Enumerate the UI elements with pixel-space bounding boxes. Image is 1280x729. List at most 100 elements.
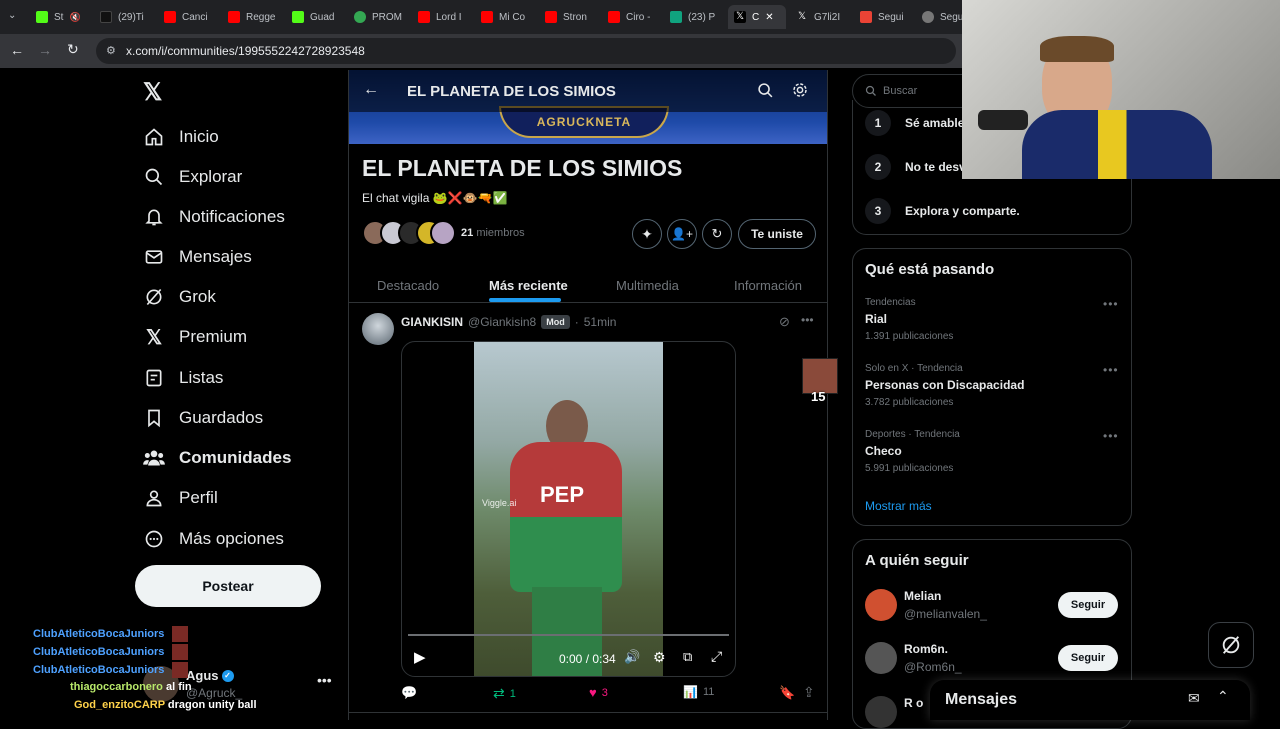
trend-item[interactable]: Deportes · Tendencia Checo 5.991 publica…: [865, 429, 1119, 479]
picture-in-picture-icon[interactable]: ⧉: [683, 649, 692, 665]
back-icon[interactable]: ←: [10, 42, 24, 58]
follow-button[interactable]: Seguir: [1058, 645, 1118, 671]
nav-explore[interactable]: Explorar: [143, 159, 242, 195]
browser-tab[interactable]: Ciro -: [608, 5, 664, 29]
post-handle[interactable]: @Giankisin8: [468, 315, 536, 329]
post-author[interactable]: GIANKISIN: [401, 315, 463, 329]
nav-premium[interactable]: 𝕏 Premium: [143, 319, 247, 355]
nav-grok[interactable]: Grok: [143, 279, 216, 315]
video-player[interactable]: PEP Viggle.ai ▶ 0:00 / 0:34 🔊 ⚙ ⧉ ⤢: [401, 341, 736, 677]
bookmark-icon[interactable]: 🔖: [779, 685, 795, 701]
repost-icon: ⇄: [493, 685, 505, 701]
tab-latest[interactable]: Más reciente: [489, 268, 568, 302]
member-avatars[interactable]: [362, 220, 457, 246]
nav-more[interactable]: Más opciones: [143, 521, 284, 557]
member-count[interactable]: 21 miembros: [461, 227, 525, 239]
settings-gear-icon[interactable]: ⚙: [653, 649, 666, 666]
follow-suggestion[interactable]: Melian @melianvalen_: [865, 587, 1065, 623]
member-count-label: miembros: [476, 227, 525, 239]
extension-icon: [354, 11, 366, 23]
forward-icon[interactable]: →: [38, 42, 52, 58]
watermark: Viggle.ai: [482, 498, 517, 508]
stream-chat-line: ClubAtleticoBocaJuniors: [33, 644, 189, 660]
volume-icon[interactable]: 🔊: [624, 649, 640, 665]
nav-lists[interactable]: Listas: [143, 360, 223, 396]
browser-tab[interactable]: Segui: [860, 5, 916, 29]
fullscreen-icon[interactable]: ⤢: [711, 648, 722, 665]
tab-media[interactable]: Multimedia: [616, 268, 679, 302]
nav-label: Notificaciones: [179, 207, 285, 226]
browser-tab[interactable]: Stron: [545, 5, 601, 29]
x-logo-icon[interactable]: 𝕏: [143, 78, 162, 107]
post-button[interactable]: Postear: [135, 565, 321, 607]
heart-icon: ♥: [589, 685, 597, 700]
trend-name: Rial: [865, 312, 888, 326]
mod-badge: Mod: [541, 315, 570, 329]
share-button[interactable]: ↻: [702, 219, 732, 249]
follow-suggestion[interactable]: Rom6n. @Rom6n_: [865, 640, 1065, 676]
repost-button[interactable]: ⇄ 1: [493, 685, 516, 702]
more-icon[interactable]: •••: [801, 313, 814, 327]
search-icon[interactable]: [757, 82, 774, 99]
follow-button[interactable]: Seguir: [1058, 592, 1118, 618]
search-placeholder: Buscar: [883, 85, 918, 97]
browser-tab[interactable]: Lord I: [418, 5, 474, 29]
youtube-icon: [164, 11, 176, 23]
trend-item[interactable]: Tendencias Rial 1.391 publicaciones •••: [865, 297, 1119, 347]
browser-tab[interactable]: Segu: [922, 5, 962, 29]
new-message-icon[interactable]: ✉: [1188, 690, 1200, 707]
nav-communities[interactable]: Comunidades: [143, 440, 291, 476]
browser-tab[interactable]: Guad: [292, 5, 348, 29]
reload-icon[interactable]: ↻: [67, 41, 79, 58]
grok-sparkle-button[interactable]: ✦: [632, 219, 662, 249]
nav-profile[interactable]: Perfil: [143, 480, 218, 516]
browser-tab[interactable]: 𝕏 G7li2I: [796, 5, 852, 29]
more-icon[interactable]: •••: [317, 672, 332, 688]
nav-notifications[interactable]: Notificaciones: [143, 199, 285, 235]
nav-messages[interactable]: Mensajes: [143, 239, 252, 275]
browser-tab-active[interactable]: 𝕏 C ✕: [728, 5, 786, 29]
more-icon[interactable]: •••: [1103, 429, 1119, 443]
rule-item[interactable]: 1 Sé amable: [865, 110, 964, 136]
who-to-follow-title: A quién seguir: [865, 552, 969, 569]
chat-badge-icon: [172, 626, 189, 642]
grok-icon[interactable]: ⊘: [779, 314, 790, 330]
trend-item[interactable]: Solo en X · Tendencia Personas con Disca…: [865, 363, 1119, 413]
nav-home[interactable]: Inicio: [143, 119, 219, 155]
post-time[interactable]: 51min: [584, 315, 617, 329]
browser-tab[interactable]: (23) P: [670, 5, 726, 29]
show-more-link[interactable]: Mostrar más: [865, 499, 932, 513]
browser-tab[interactable]: Regge: [228, 5, 284, 29]
more-icon[interactable]: •••: [1103, 297, 1119, 311]
browser-tab[interactable]: St 🔇: [36, 5, 94, 29]
views-button[interactable]: 📊 11: [683, 685, 714, 699]
reply-icon[interactable]: 💬: [401, 685, 417, 701]
browser-tab[interactable]: Mi Co: [481, 5, 537, 29]
video-progress-bar[interactable]: [408, 634, 729, 636]
back-arrow-icon[interactable]: ←: [363, 81, 379, 99]
more-icon[interactable]: •••: [1103, 363, 1119, 377]
joined-button[interactable]: Te uniste: [738, 219, 816, 249]
tab-search-chevron-icon[interactable]: ⌄: [8, 10, 22, 24]
expand-icon[interactable]: ⌃: [1217, 688, 1229, 705]
tab-featured[interactable]: Destacado: [377, 268, 439, 302]
rule-item[interactable]: 3 Explora y comparte.: [865, 198, 1020, 224]
play-icon[interactable]: ▶: [414, 648, 426, 666]
tab-about[interactable]: Información: [734, 268, 802, 302]
rule-item[interactable]: 2 No te desv: [865, 154, 966, 180]
invite-button[interactable]: 👤+: [667, 219, 697, 249]
url-field[interactable]: ⚙ x.com/i/communities/199555224272892354…: [96, 38, 956, 64]
grok-floating-button[interactable]: [1208, 622, 1254, 668]
post[interactable]: GIANKISIN @Giankisin8 Mod · 51min ⊘ ••• …: [349, 303, 827, 713]
nav-bookmarks[interactable]: Guardados: [143, 400, 263, 436]
settings-gear-icon[interactable]: [791, 81, 809, 99]
avatar[interactable]: [362, 313, 394, 345]
site-settings-icon[interactable]: ⚙: [106, 44, 116, 57]
browser-tab[interactable]: PROM: [354, 5, 410, 29]
browser-tab[interactable]: (29)Ti: [100, 5, 156, 29]
browser-tab[interactable]: Canci: [164, 5, 220, 29]
close-tab-icon[interactable]: ✕: [765, 12, 773, 23]
share-icon[interactable]: ⇪: [803, 684, 815, 701]
like-button[interactable]: ♥ 3: [589, 685, 608, 700]
messages-drawer[interactable]: Mensajes ✉ ⌃: [930, 680, 1250, 720]
